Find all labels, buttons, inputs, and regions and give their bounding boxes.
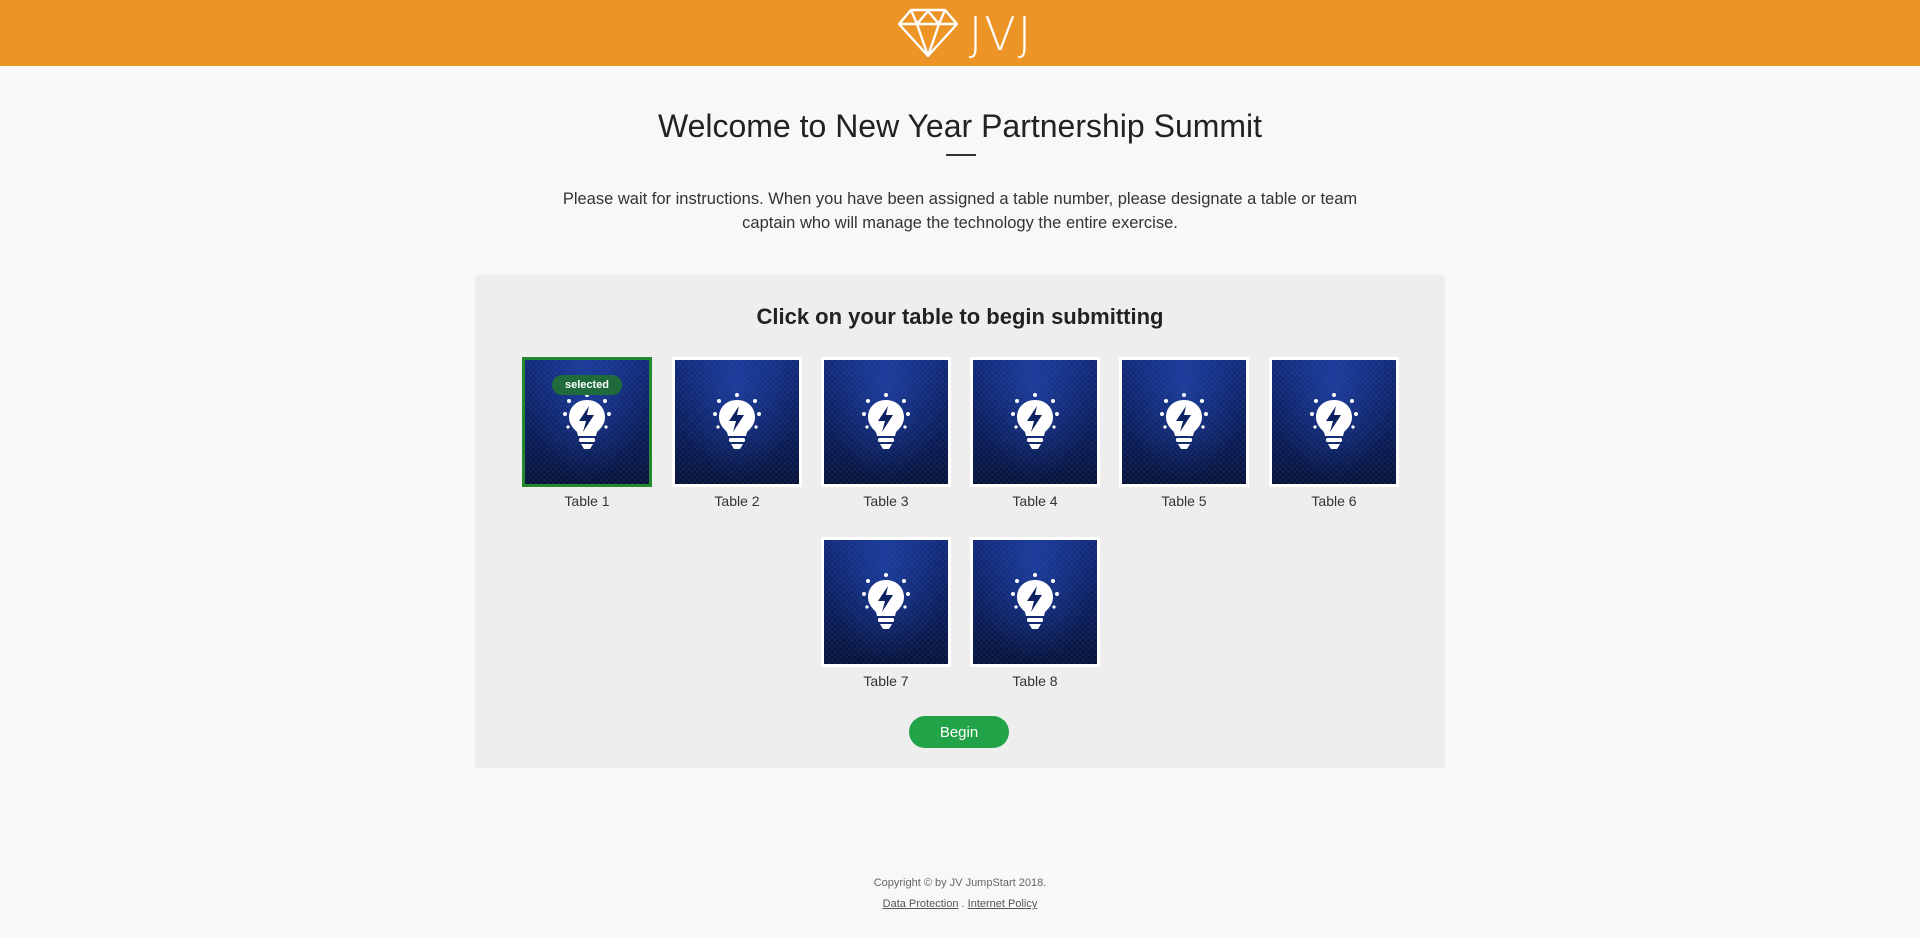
title-divider [946,154,976,156]
lightbulb-bolt-icon [1310,393,1358,449]
copyright: Copyright © by JV JumpStart 2018. [873,877,1047,889]
table-image[interactable] [970,357,1100,487]
panel-title: Click on your table to begin submitting [756,304,1164,329]
table-tile-8[interactable]: Table 8 [970,537,1100,689]
internet-policy-link[interactable]: Internet Policy [968,898,1038,910]
logo-text: JVJ [968,7,1034,61]
table-label: Table 6 [1311,493,1357,509]
table-image[interactable] [821,537,951,667]
logo[interactable]: JVJ [897,8,1034,58]
table-image[interactable] [1269,357,1399,487]
begin-button[interactable]: Begin [909,716,1009,748]
table-image[interactable]: selected [522,357,652,487]
intro-text: Please wait for instructions. When you h… [562,190,1358,232]
table-label: Table 7 [863,673,909,689]
table-tile-4[interactable]: Table 4 [970,357,1100,509]
table-label: Table 5 [1161,493,1207,509]
table-tile-2[interactable]: Table 2 [672,357,802,509]
table-label: Table 3 [863,493,909,509]
table-tile-7[interactable]: Table 7 [821,537,951,689]
table-tile-5[interactable]: Table 5 [1119,357,1249,509]
lightbulb-bolt-icon [1011,573,1059,629]
table-image[interactable] [672,357,802,487]
table-label: Table 8 [1012,673,1058,689]
table-label: Table 2 [714,493,760,509]
selected-badge: selected [552,375,622,395]
table-tile-6[interactable]: Table 6 [1269,357,1399,509]
table-tile-1[interactable]: selected Table 1 [522,357,652,509]
table-image[interactable] [970,537,1100,667]
footer-links: Data Protection . Internet Policy [0,898,1920,910]
lightbulb-bolt-icon [862,393,910,449]
lightbulb-bolt-icon [1160,393,1208,449]
lightbulb-bolt-icon [713,393,761,449]
lightbulb-bolt-icon [1011,393,1059,449]
site-header: JVJ [0,0,1920,66]
table-image[interactable] [821,357,951,487]
table-tile-3[interactable]: Table 3 [821,357,951,509]
footer-separator: . [961,898,965,910]
table-selection-panel: Click on your table to begin submitting … [475,275,1445,768]
page-title: Welcome to New Year Partnership Summit [657,108,1263,144]
lightbulb-bolt-icon [563,393,611,449]
diamond-icon [897,8,958,58]
table-label: Table 4 [1012,493,1058,509]
lightbulb-bolt-icon [862,573,910,629]
data-protection-link[interactable]: Data Protection [883,898,959,910]
table-image[interactable] [1119,357,1249,487]
table-label: Table 1 [564,493,610,509]
